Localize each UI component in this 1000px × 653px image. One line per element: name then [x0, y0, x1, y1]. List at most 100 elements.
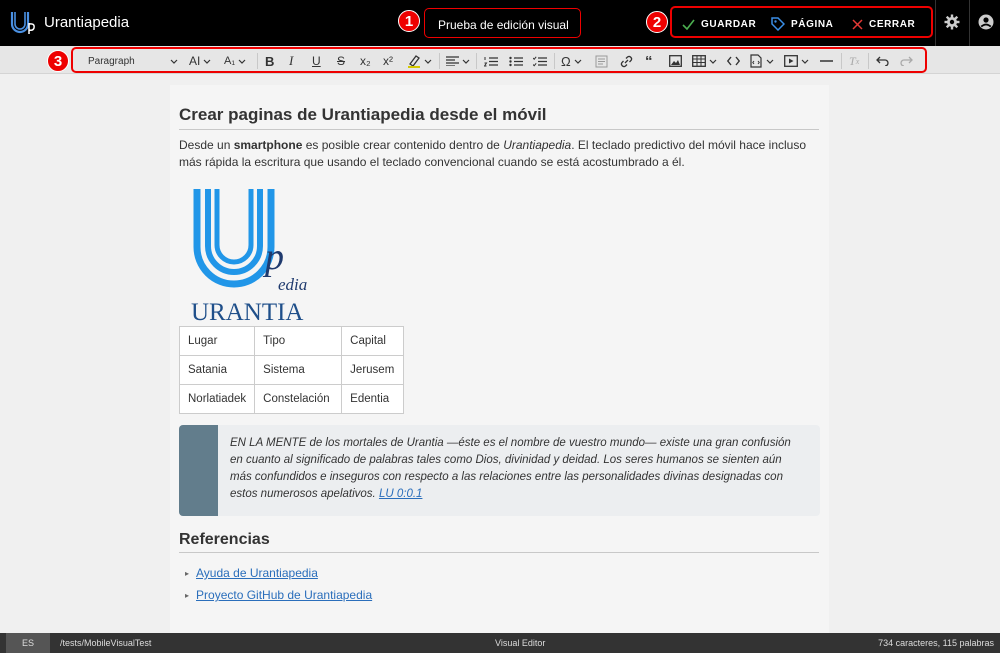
references-divider [179, 552, 819, 553]
subscript-icon[interactable]: x₂ [360, 53, 371, 69]
font-size-icon: A₁ [224, 55, 236, 67]
special-characters-icon: Ω [561, 53, 571, 69]
table-cell[interactable]: Constelación [254, 384, 343, 414]
table-cell[interactable]: Lugar [178, 326, 256, 356]
link-icon[interactable] [620, 53, 633, 69]
urantiapedia-logo-icon[interactable] [10, 11, 36, 35]
table-icon [692, 55, 706, 67]
chevron-down-icon [424, 59, 432, 64]
table-cell[interactable]: Edentia [341, 384, 405, 414]
media-button[interactable] [784, 53, 809, 69]
blockquote-text: EN LA MENTE de los mortales de Urantia —… [230, 435, 795, 503]
font-size-button[interactable]: A₁ [224, 53, 246, 69]
page-properties-button[interactable]: PÁGINA [771, 15, 834, 33]
language-indicator[interactable]: ES [6, 633, 50, 653]
editor-page[interactable]: Crear paginas de Urantiapedia desde el m… [170, 85, 829, 633]
gear-icon[interactable] [944, 14, 960, 35]
blockquote-reference-link[interactable]: LU 0:0.1 [379, 488, 422, 500]
close-icon [852, 18, 863, 30]
urantiapedia-logo-image[interactable]: p edia URANTIA [190, 189, 315, 327]
table-button[interactable] [692, 53, 717, 69]
editor-toolbar: Paragraph AI A₁ B I U S x₂ x² Ω “ T x [71, 47, 927, 73]
toolbar-separator [476, 53, 477, 69]
account-icon[interactable] [978, 14, 994, 35]
callout-badge-2: 2 [646, 11, 668, 33]
paragraph-format-dropdown[interactable]: Paragraph [88, 53, 178, 69]
list-item: ▸ Ayuda de Urantiapedia [185, 566, 318, 580]
format-painter-icon[interactable] [595, 53, 608, 69]
align-button[interactable] [446, 53, 470, 69]
heading-size-button[interactable]: AI [189, 53, 211, 69]
reference-link[interactable]: Proyecto GitHub de Urantiapedia [196, 588, 372, 602]
bulleted-list-icon[interactable] [509, 53, 523, 69]
align-icon [446, 56, 459, 66]
horizontal-line-icon[interactable] [820, 53, 833, 69]
code-icon[interactable] [727, 53, 740, 69]
table-cell[interactable]: Capital [341, 326, 405, 356]
chevron-down-icon [709, 59, 717, 64]
undo-icon[interactable] [876, 53, 889, 69]
table-row: Lugar Tipo Capital [178, 326, 405, 356]
save-label: GUARDAR [701, 18, 757, 30]
table-row: Norlatiadek Constelación Edentia [178, 384, 405, 414]
document-heading: Crear paginas de Urantiapedia desde el m… [179, 105, 547, 124]
intro-strong: smartphone [233, 138, 303, 152]
intro-emphasis: Urantiapedia [503, 138, 572, 152]
intro-text: Desde un [179, 138, 234, 152]
chevron-down-icon [766, 59, 774, 64]
strikethrough-icon[interactable]: S [337, 53, 345, 69]
save-button[interactable]: GUARDAR [682, 15, 756, 33]
toolbar-separator [554, 53, 555, 69]
toolbar-separator [868, 53, 869, 69]
table-row: Satania Sistema Jerusem [178, 355, 405, 385]
app-title[interactable]: Urantiapedia [44, 14, 129, 31]
toolbar-separator [257, 53, 258, 69]
heading-size-icon: AI [189, 54, 201, 68]
heading-divider [179, 129, 819, 130]
blockquote[interactable]: EN LA MENTE de los mortales de Urantia —… [179, 425, 820, 516]
chevron-down-icon [462, 59, 470, 64]
redo-icon[interactable] [900, 53, 913, 69]
logo-word-edia: edia [278, 275, 307, 294]
table-cell[interactable]: Satania [178, 355, 256, 385]
close-button[interactable]: CERRAR [852, 15, 915, 33]
editor-actions: GUARDAR PÁGINA CERRAR [670, 6, 933, 38]
code-block-button[interactable] [750, 53, 774, 69]
blockquote-bar [179, 425, 218, 516]
table-cell[interactable]: Sistema [254, 355, 343, 385]
chevron-down-icon [801, 59, 809, 64]
bold-icon[interactable]: B [265, 53, 274, 69]
blockquote-icon[interactable]: “ [645, 53, 653, 70]
check-icon [682, 19, 695, 30]
table-cell[interactable]: Norlatiadek [178, 384, 256, 414]
highlight-button[interactable] [407, 53, 432, 69]
paragraph-format-label: Paragraph [88, 55, 135, 67]
list-item: ▸ Proyecto GitHub de Urantiapedia [185, 588, 372, 602]
editor-mode: Visual Editor [495, 638, 546, 648]
page-title-field[interactable]: Prueba de edición visual [424, 8, 581, 38]
table-cell[interactable]: Jerusem [341, 355, 405, 385]
italic-icon[interactable]: I [289, 53, 293, 69]
divider [969, 0, 970, 46]
tag-icon [771, 17, 785, 31]
chevron-down-icon [170, 59, 178, 64]
chevron-down-icon [574, 59, 582, 64]
reference-link[interactable]: Ayuda de Urantiapedia [196, 566, 318, 580]
underline-icon[interactable]: U [312, 53, 321, 69]
chevron-down-icon [238, 59, 246, 64]
media-icon [784, 55, 798, 67]
highlight-icon [408, 55, 420, 68]
top-bar: Urantiapedia Prueba de edición visual GU… [0, 0, 1000, 46]
todo-list-icon[interactable] [533, 53, 547, 69]
bullet-icon: ▸ [185, 590, 190, 600]
intro-text: es posible crear contenido dentro de [302, 138, 504, 152]
special-characters-button[interactable]: Ω [561, 53, 582, 69]
remove-format-icon[interactable]: Tx [849, 53, 859, 69]
callout-badge-3: 3 [47, 50, 69, 72]
bullet-icon: ▸ [185, 568, 190, 578]
page-path: /tests/MobileVisualTest [60, 638, 152, 648]
image-icon[interactable] [669, 53, 682, 69]
superscript-icon[interactable]: x² [383, 53, 393, 69]
numbered-list-icon[interactable] [484, 53, 498, 69]
table-cell[interactable]: Tipo [254, 326, 343, 356]
